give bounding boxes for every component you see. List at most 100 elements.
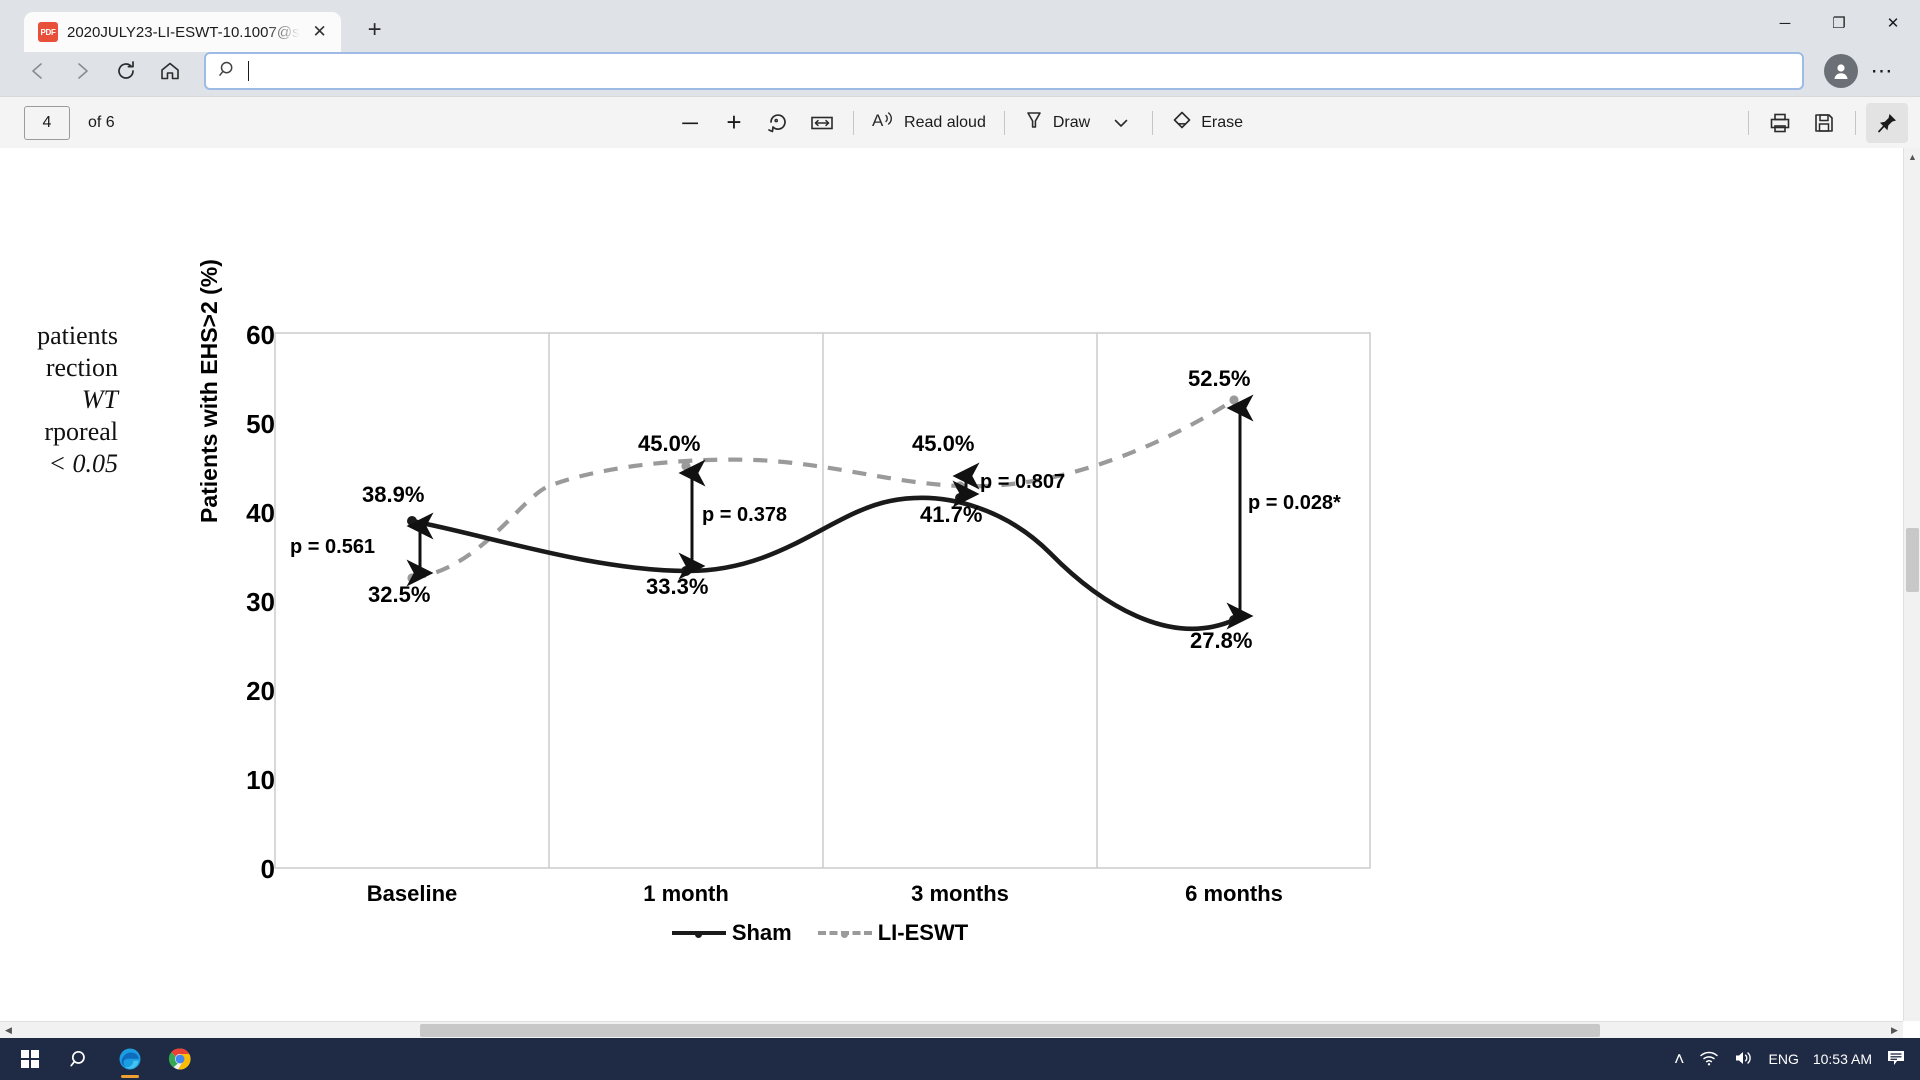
legend-item-sham: Sham xyxy=(671,920,792,946)
toolbar-divider xyxy=(1003,110,1005,135)
data-label-sham-3months: 41.7% xyxy=(920,502,983,527)
notification-icon[interactable] xyxy=(1886,1049,1906,1070)
svg-text:A: A xyxy=(872,111,884,130)
chrome-browser-icon[interactable] xyxy=(158,1038,202,1080)
scroll-up-icon[interactable]: ▲ xyxy=(1904,148,1920,165)
caption-line: patients xyxy=(37,321,118,350)
browser-tab[interactable]: PDF 2020JULY23-LI-ESWT-10.1007@s ✕ xyxy=(24,12,341,52)
taskbar-tray: ˄ ENG 10:53 AM xyxy=(1674,1049,1920,1070)
data-label-lieswt-baseline: 32.5% xyxy=(368,582,431,607)
erase-label: Erase xyxy=(1201,113,1243,131)
toolbar-divider xyxy=(1748,110,1749,135)
pin-icon[interactable] xyxy=(1866,102,1908,143)
fit-to-width-icon[interactable] xyxy=(801,103,843,143)
caption-line: WT xyxy=(81,385,118,414)
p-value-3months: p = 0.807 xyxy=(980,471,1066,493)
tab-title: 2020JULY23-LI-ESWT-10.1007@s xyxy=(67,23,300,41)
vertical-scrollbar[interactable]: ▲ xyxy=(1903,148,1920,1021)
horizontal-scrollbar[interactable]: ◀ ▶ xyxy=(0,1021,1903,1038)
x-axis-tick-baseline: Baseline xyxy=(366,881,458,906)
legend-label-lieswt: LI-ESWT xyxy=(877,920,969,945)
horizontal-scroll-thumb[interactable] xyxy=(420,1024,1600,1037)
toolbar-divider xyxy=(853,110,855,135)
pdf-viewer[interactable]: patients rection WT rporeal < 0.05 Patie… xyxy=(0,148,1920,1038)
browser-navbar: ⋯ xyxy=(0,46,1920,96)
pdf-page: patients rection WT rporeal < 0.05 Patie… xyxy=(0,148,1920,1038)
legend-item-lieswt: LI-ESWT xyxy=(817,920,969,946)
erase-button[interactable]: Erase xyxy=(1163,103,1251,143)
zoom-out-button[interactable]: ─ xyxy=(669,103,711,143)
x-axis-tick-3months: 3 months xyxy=(911,881,1009,906)
browser-titlebar: PDF 2020JULY23-LI-ESWT-10.1007@s ✕ + ─ ❐… xyxy=(0,0,1920,52)
pdf-toolbar-right xyxy=(1740,102,1908,143)
x-axis-tick-1month: 1 month xyxy=(643,881,729,906)
back-arrow-icon[interactable] xyxy=(18,51,58,91)
legend-swatch-dashed xyxy=(817,931,872,938)
print-icon[interactable] xyxy=(1759,103,1801,143)
profile-avatar[interactable] xyxy=(1824,54,1858,88)
caption-line: < 0.05 xyxy=(48,449,118,478)
p-value-1month: p = 0.378 xyxy=(702,504,788,526)
eraser-icon xyxy=(1171,109,1193,136)
draw-button[interactable]: Draw xyxy=(1015,103,1098,143)
read-aloud-button[interactable]: A Read aloud xyxy=(864,103,994,143)
home-icon[interactable] xyxy=(150,51,190,91)
read-aloud-icon: A xyxy=(872,109,896,136)
language-indicator[interactable]: ENG xyxy=(1769,1051,1799,1067)
figure-line-chart: Patients with EHS>2 (%) 60 50 40 30 20 1… xyxy=(190,259,1450,1008)
forward-arrow-icon[interactable] xyxy=(62,51,102,91)
caption-line: rporeal xyxy=(44,417,118,446)
p-value-baseline: p = 0.561 xyxy=(290,536,376,558)
x-axis-tick-6months: 6 months xyxy=(1185,881,1283,906)
taskbar-apps xyxy=(0,1038,202,1080)
chart-legend: Sham LI-ESWT xyxy=(190,920,1450,946)
pen-icon xyxy=(1023,109,1045,136)
p-value-6months: p = 0.028* xyxy=(1248,492,1341,514)
edge-browser-icon[interactable] xyxy=(108,1038,152,1080)
data-label-sham-baseline: 38.9% xyxy=(362,482,425,507)
search-icon xyxy=(218,59,238,84)
scroll-right-icon[interactable]: ▶ xyxy=(1886,1022,1903,1038)
draw-label: Draw xyxy=(1052,113,1091,131)
read-aloud-label: Read aloud xyxy=(904,113,986,131)
window-controls: ─ ❐ ✕ xyxy=(1758,0,1920,46)
page-count-label: of 6 xyxy=(88,113,115,131)
data-label-lieswt-1month: 45.0% xyxy=(638,431,701,456)
tray-chevron-icon[interactable]: ˄ xyxy=(1674,1049,1685,1070)
windows-start-icon[interactable] xyxy=(8,1038,52,1080)
zoom-in-button[interactable]: + xyxy=(713,103,755,143)
browser-window: PDF 2020JULY23-LI-ESWT-10.1007@s ✕ + ─ ❐… xyxy=(0,0,1920,1038)
tab-strip: PDF 2020JULY23-LI-ESWT-10.1007@s ✕ + xyxy=(0,0,395,52)
scroll-left-icon[interactable]: ◀ xyxy=(0,1022,17,1038)
windows-taskbar: ˄ ENG 10:53 AM xyxy=(0,1038,1920,1080)
toolbar-divider xyxy=(1152,110,1154,135)
chevron-down-icon[interactable] xyxy=(1100,103,1142,143)
caption-line: rection xyxy=(45,353,118,382)
save-icon[interactable] xyxy=(1803,103,1845,143)
vertical-scroll-thumb[interactable] xyxy=(1906,528,1919,592)
data-label-lieswt-6months: 52.5% xyxy=(1188,366,1251,391)
close-icon[interactable]: ✕ xyxy=(309,22,331,42)
pdf-file-icon: PDF xyxy=(38,22,58,42)
pdf-toolbar-center: ─ + A Read aloud Draw Erase xyxy=(669,103,1251,143)
rotate-icon[interactable] xyxy=(757,103,799,143)
speaker-icon[interactable] xyxy=(1733,1049,1755,1070)
wifi-icon[interactable] xyxy=(1699,1049,1719,1070)
maximize-icon[interactable]: ❐ xyxy=(1812,0,1866,46)
search-icon[interactable] xyxy=(58,1038,102,1080)
figure-caption-fragment: patients rection WT rporeal < 0.05 xyxy=(0,320,118,480)
reload-icon[interactable] xyxy=(106,51,146,91)
clock[interactable]: 10:53 AM xyxy=(1813,1051,1872,1067)
browser-settings-icon[interactable]: ⋯ xyxy=(1862,51,1902,91)
text-cursor xyxy=(248,61,249,81)
minimize-icon[interactable]: ─ xyxy=(1758,0,1812,46)
data-label-sham-1month: 33.3% xyxy=(646,574,709,599)
data-label-sham-6months: 27.8% xyxy=(1190,628,1253,653)
chart-plot-area xyxy=(274,332,1371,869)
pdf-toolbar: 4 of 6 ─ + A Read aloud Draw Erase xyxy=(0,96,1920,148)
address-bar[interactable] xyxy=(204,52,1804,90)
close-window-icon[interactable]: ✕ xyxy=(1866,0,1920,46)
new-tab-button[interactable]: + xyxy=(355,10,395,50)
data-label-lieswt-3months: 45.0% xyxy=(912,431,975,456)
page-number-input[interactable]: 4 xyxy=(24,105,70,140)
